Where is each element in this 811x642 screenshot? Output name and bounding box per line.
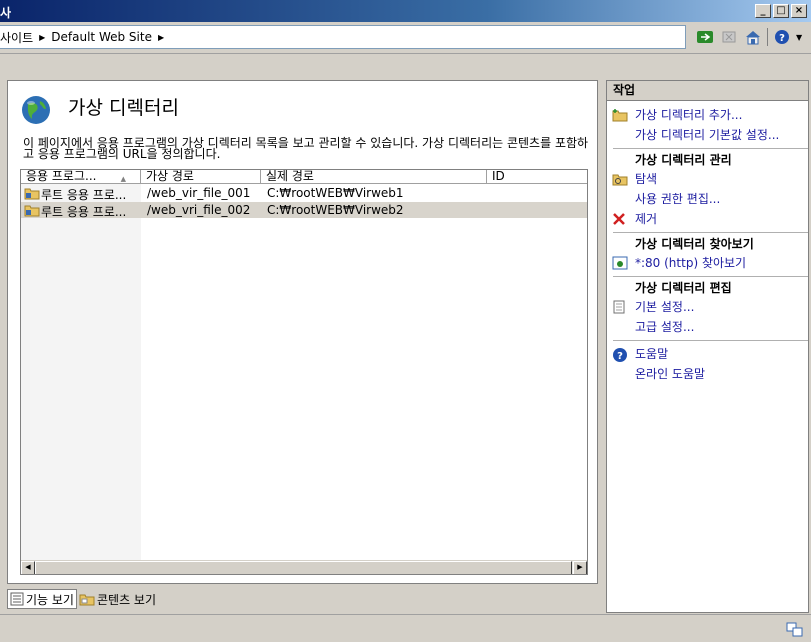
network-status-icon xyxy=(786,622,803,637)
cell-ppath: C:₩rootWEB₩Virweb2 xyxy=(267,203,404,217)
edit-permissions-label: 사용 권한 편집... xyxy=(635,192,721,206)
scroll-thumb[interactable] xyxy=(35,561,572,574)
svg-text:?: ? xyxy=(617,351,623,362)
online-help-link[interactable]: 온라인 도움말 xyxy=(607,364,808,384)
window-titlebar: 사 _ □ × xyxy=(0,0,811,22)
breadcrumb-item-sites[interactable]: 사이트 xyxy=(0,29,33,46)
cell-vpath: /web_vri_file_002 xyxy=(147,203,251,217)
column-header-app[interactable]: 응용 프로그... ▲ xyxy=(21,170,141,184)
browse-group-heading: 가상 디렉터리 찾아보기 xyxy=(613,232,808,253)
table-row[interactable]: 루트 응용 프로... /web_vir_file_001 C:₩rootWEB… xyxy=(21,185,587,202)
remove-link[interactable]: 제거 xyxy=(607,209,808,229)
online-help-label: 온라인 도움말 xyxy=(635,367,706,381)
maximize-button[interactable]: □ xyxy=(773,4,789,18)
application-folder-icon xyxy=(24,188,40,200)
browse-http-link[interactable]: *:80 (http) 찾아보기 xyxy=(607,253,808,273)
edit-group-heading: 가상 디렉터리 편집 xyxy=(613,276,808,297)
browse-http-label: *:80 (http) 찾아보기 xyxy=(635,256,747,270)
add-virtual-directory-label: 가상 디렉터리 추가... xyxy=(635,108,743,122)
stop-icon[interactable] xyxy=(719,27,739,47)
column-header-ppath-label: 실제 경로 xyxy=(266,169,314,183)
column-header-vpath-label: 가상 경로 xyxy=(146,169,194,183)
scroll-right-button[interactable]: ▶ xyxy=(573,561,587,574)
features-view-label: 기능 보기 xyxy=(26,592,74,607)
window-title: 사 xyxy=(0,6,12,20)
content-view-label: 콘텐츠 보기 xyxy=(96,592,156,607)
refresh-icon[interactable] xyxy=(695,27,715,47)
content-view-icon xyxy=(79,594,95,606)
explore-link[interactable]: 탐색 xyxy=(607,169,808,189)
breadcrumb-arrow-icon[interactable]: ▶ xyxy=(39,33,45,42)
cell-app: 루트 응용 프로... xyxy=(41,188,127,202)
advanced-settings-label: 고급 설정... xyxy=(635,320,695,334)
explore-label: 탐색 xyxy=(635,172,658,186)
table-row-selected[interactable]: 루트 응용 프로... /web_vri_file_002 C:₩rootWEB… xyxy=(21,202,587,219)
add-folder-icon xyxy=(612,109,628,122)
column-header-id[interactable]: ID xyxy=(487,170,587,184)
globe-icon xyxy=(22,96,50,124)
help-link[interactable]: ? 도움말 xyxy=(607,344,808,364)
cell-ppath: C:₩rootWEB₩Virweb1 xyxy=(267,186,404,200)
help-label: 도움말 xyxy=(635,347,669,361)
column-header-ppath[interactable]: 실제 경로 xyxy=(261,170,487,184)
settings-page-icon xyxy=(613,300,625,314)
toolbar: ? ▼ xyxy=(695,27,802,47)
help-dropdown-icon[interactable]: ▼ xyxy=(796,33,802,42)
application-folder-icon xyxy=(24,205,40,217)
add-virtual-directory-link[interactable]: 가상 디렉터리 추가... xyxy=(607,105,808,125)
features-view-button[interactable]: 기능 보기 xyxy=(7,589,77,609)
advanced-settings-link[interactable]: 고급 설정... xyxy=(607,317,808,337)
set-defaults-link[interactable]: 가상 디렉터리 기본값 설정... xyxy=(607,125,808,145)
breadcrumb-item-site[interactable]: Default Web Site xyxy=(51,30,152,44)
column-header-id-label: ID xyxy=(492,169,505,183)
column-header-vpath[interactable]: 가상 경로 xyxy=(141,170,261,184)
content-view-button[interactable]: 콘텐츠 보기 xyxy=(77,589,158,609)
home-icon[interactable] xyxy=(743,27,763,47)
scroll-left-button[interactable]: ◀ xyxy=(21,561,35,574)
page-description: 이 페이지에서 응용 프로그램의 가상 디렉터리 목록을 보고 관리할 수 있습… xyxy=(23,136,589,161)
svg-text:?: ? xyxy=(779,33,785,44)
toolbar-separator xyxy=(767,28,768,46)
close-button[interactable]: × xyxy=(791,4,807,18)
window-controls: _ □ × xyxy=(755,4,807,18)
page-title: 가상 디렉터리 xyxy=(68,97,179,119)
features-view-icon xyxy=(10,592,24,606)
help-icon: ? xyxy=(613,348,627,362)
breadcrumb-arrow-icon[interactable]: ▶ xyxy=(158,33,164,42)
help-icon[interactable]: ? xyxy=(772,27,792,47)
set-defaults-label: 가상 디렉터리 기본값 설정... xyxy=(635,128,780,142)
list-column-shade xyxy=(21,184,141,560)
browse-icon xyxy=(612,256,628,270)
manage-group-heading: 가상 디렉터리 관리 xyxy=(613,148,808,169)
address-bar: 사이트 ▶ Default Web Site ▶ ? ▼ xyxy=(0,22,811,54)
column-header-app-label: 응용 프로그... xyxy=(26,169,97,183)
basic-settings-label: 기본 설정... xyxy=(635,300,695,314)
basic-settings-link[interactable]: 기본 설정... xyxy=(607,297,808,317)
edit-permissions-link[interactable]: 사용 권한 편집... xyxy=(607,189,808,209)
virtual-directory-list[interactable]: 응용 프로그... ▲ 가상 경로 실제 경로 ID 루트 응용 프로... /… xyxy=(20,169,588,575)
list-header: 응용 프로그... ▲ 가상 경로 실제 경로 ID xyxy=(21,170,587,184)
remove-x-icon xyxy=(613,213,625,225)
view-switcher: 기능 보기 콘텐츠 보기 xyxy=(7,588,158,610)
actions-pane: 작업 가상 디렉터리 추가... 가상 디렉터리 기본값 설정... 가상 디렉… xyxy=(606,80,809,613)
remove-label: 제거 xyxy=(635,212,658,226)
explore-folder-icon xyxy=(612,174,628,186)
actions-header: 작업 xyxy=(607,81,808,101)
cell-app: 루트 응용 프로... xyxy=(41,205,127,219)
breadcrumb[interactable]: 사이트 ▶ Default Web Site ▶ xyxy=(0,25,686,49)
features-panel: 가상 디렉터리 이 페이지에서 응용 프로그램의 가상 디렉터리 목록을 보고 … xyxy=(7,80,598,584)
status-bar xyxy=(0,614,811,642)
minimize-button[interactable]: _ xyxy=(755,4,771,18)
cell-vpath: /web_vir_file_001 xyxy=(147,186,251,200)
horizontal-scrollbar[interactable]: ◀ ▶ xyxy=(21,560,587,574)
